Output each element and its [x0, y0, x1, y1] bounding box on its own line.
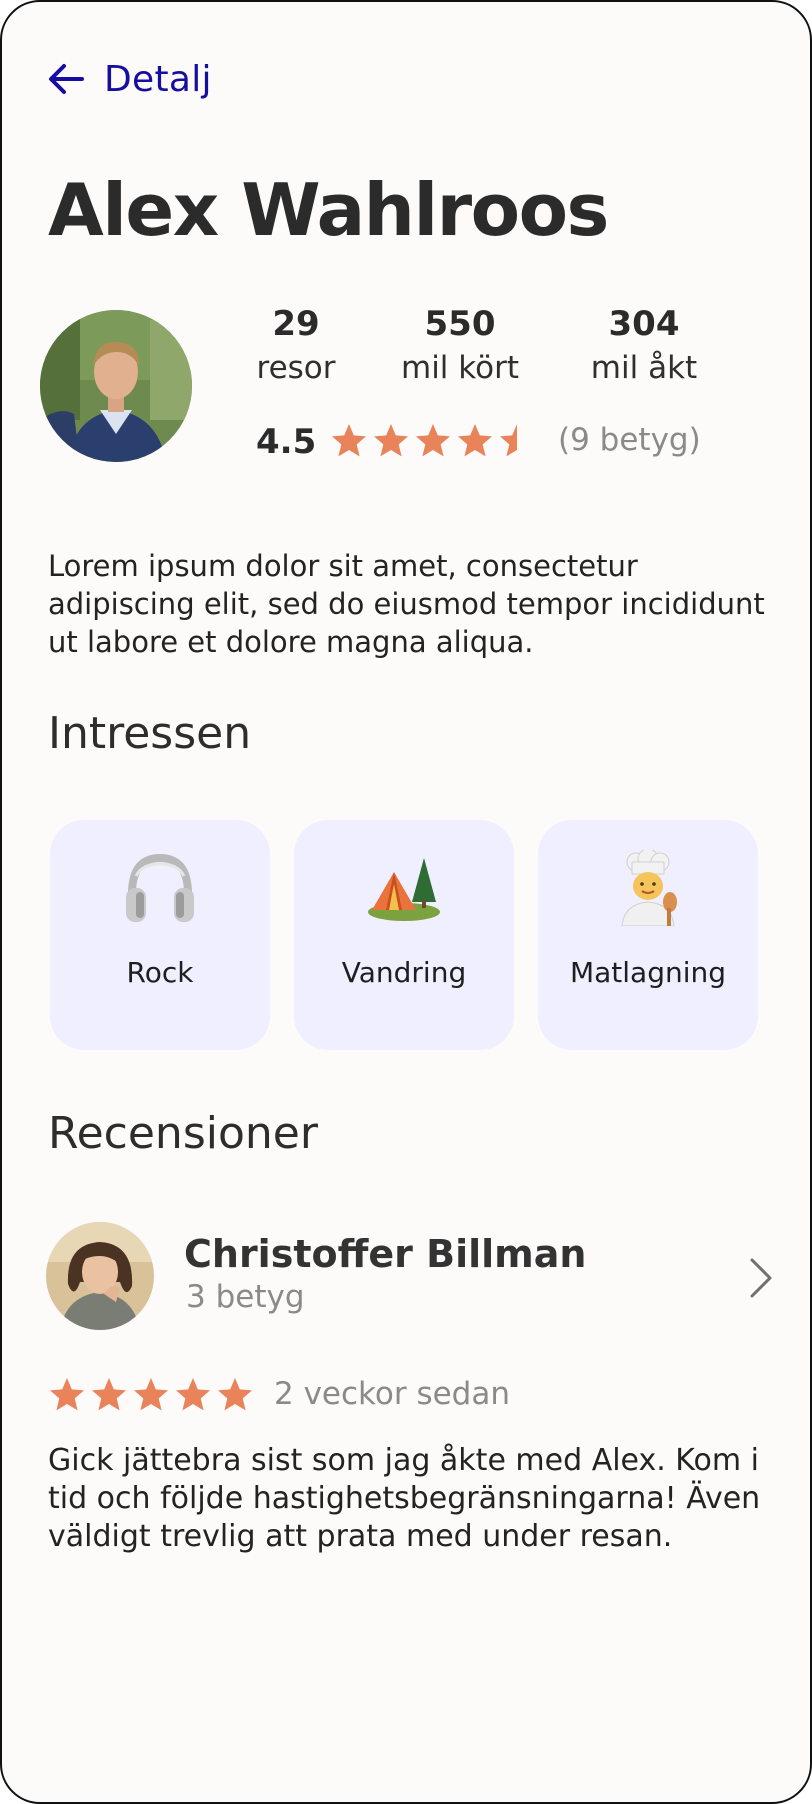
interest-label: Matlagning [569, 956, 727, 989]
stat-value: 29 [272, 304, 320, 344]
interest-card-cooking[interactable]: Matlagning [538, 820, 758, 1050]
interest-label: Vandring [341, 956, 467, 989]
star-icon [500, 424, 517, 457]
star-icon [374, 424, 408, 457]
reviewer-avatar[interactable] [46, 1222, 154, 1330]
stat-value: 304 [608, 304, 680, 344]
star-icon [50, 1378, 84, 1411]
star-icon [176, 1378, 210, 1411]
star-icon [134, 1378, 168, 1411]
star-icon [458, 424, 492, 457]
rating-value: 4.5 [256, 422, 317, 462]
phone-screen: Detalj Alex Wahlroos 29 resor 550 mil kö… [0, 0, 812, 1804]
review-stars [48, 1376, 254, 1414]
review-time: 2 veckor sedan [274, 1376, 510, 1412]
profile-avatar [40, 310, 192, 462]
interest-card-hiking[interactable]: Vandring [294, 820, 514, 1050]
reviewer-rating-count: 3 betyg [186, 1279, 305, 1315]
interests-title: Intressen [48, 708, 252, 759]
arrow-left-icon [49, 64, 84, 94]
rating-count: (9 betyg) [558, 422, 701, 458]
headphones-icon [120, 848, 200, 928]
star-icon [218, 1378, 252, 1411]
stat-distance-ridden: 304 mil åkt [574, 304, 714, 386]
rating-stars [330, 422, 536, 460]
back-button[interactable]: Detalj [46, 52, 212, 106]
profile-name: Alex Wahlroos [48, 168, 609, 252]
star-icon [332, 424, 366, 457]
stat-label: mil åkt [590, 350, 698, 386]
reviewer-name[interactable]: Christoffer Billman [184, 1232, 586, 1276]
stat-distance-driven: 550 mil kört [390, 304, 530, 386]
star-icon [92, 1378, 126, 1411]
profile-bio: Lorem ipsum dolor sit amet, consectetur … [48, 549, 765, 659]
stat-value: 550 [424, 304, 496, 344]
camping-tent-icon [364, 848, 444, 928]
star-icon [416, 424, 450, 457]
back-label: Detalj [104, 58, 212, 100]
chevron-right-icon[interactable] [746, 1256, 776, 1300]
review-text: Gick jättebra sist som jag åkte med Alex… [48, 1443, 761, 1554]
reviews-title: Recensioner [48, 1108, 318, 1159]
interest-card-rock[interactable]: Rock [50, 820, 270, 1050]
stat-label: mil kört [401, 350, 519, 386]
interest-label: Rock [126, 956, 194, 989]
stat-trips: 29 resor [226, 304, 366, 386]
chef-icon [608, 848, 688, 928]
stat-label: resor [256, 350, 336, 386]
